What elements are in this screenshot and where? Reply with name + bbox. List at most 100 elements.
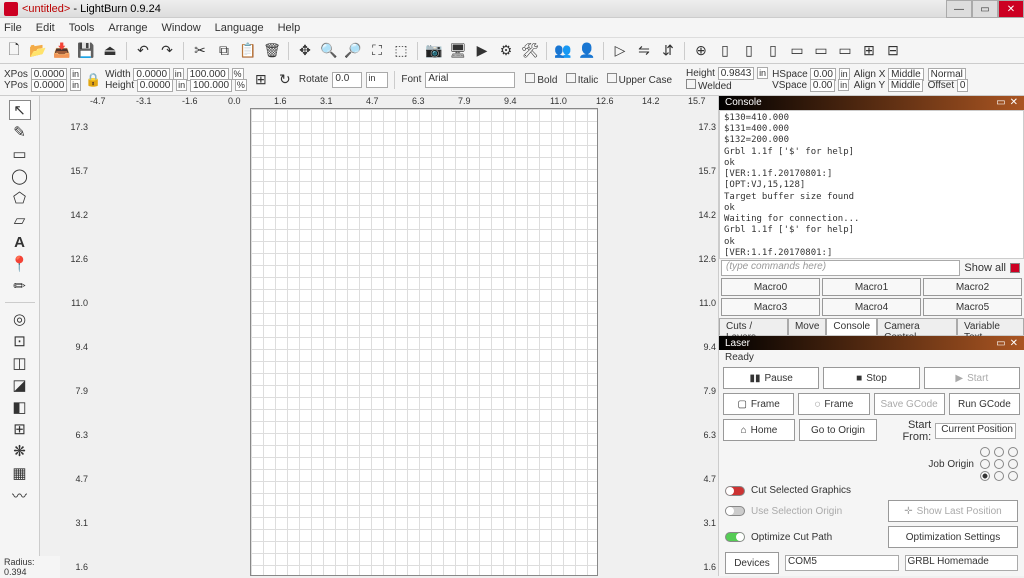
menu-language[interactable]: Language	[215, 22, 264, 34]
menu-file[interactable]: File	[4, 22, 22, 34]
vspace-input[interactable]: 0.00	[810, 79, 835, 92]
showlast-button[interactable]: ✛ Show Last Position	[888, 500, 1018, 522]
path-tool[interactable]: 〰	[9, 485, 31, 505]
undock-icon[interactable]: ▭	[996, 338, 1005, 349]
ungroup-icon[interactable]: 👤	[577, 41, 597, 61]
height-input[interactable]: 0.0000	[137, 79, 174, 92]
rotarysetup-icon[interactable]: ⊕	[691, 41, 711, 61]
open-icon[interactable]: 📂	[28, 41, 48, 61]
menu-arrange[interactable]: Arrange	[108, 22, 147, 34]
height-unit[interactable]: in	[176, 79, 187, 91]
measure-tool[interactable]: ✏	[9, 276, 31, 296]
settings-icon[interactable]: ⚙	[496, 41, 516, 61]
alignt-icon[interactable]: ▭	[787, 41, 807, 61]
menu-edit[interactable]: Edit	[36, 22, 55, 34]
pan-icon[interactable]: ✥	[295, 41, 315, 61]
copy-icon[interactable]: ⧉	[214, 41, 234, 61]
save-icon[interactable]: 💾	[76, 41, 96, 61]
upper-check[interactable]	[607, 73, 617, 83]
menu-tools[interactable]: Tools	[69, 22, 95, 34]
lock-icon[interactable]: 🔒	[85, 72, 101, 88]
cutsel-toggle[interactable]	[725, 486, 745, 496]
origin-mc[interactable]	[994, 459, 1004, 469]
delete-icon[interactable]: 🗑	[262, 41, 282, 61]
grid-tool[interactable]: ⊞	[9, 419, 31, 439]
macro1-button[interactable]: Macro1	[822, 278, 921, 296]
radial-tool[interactable]: ❋	[9, 441, 31, 461]
undo-icon[interactable]: ↶	[133, 41, 153, 61]
command-input[interactable]: (type commands here)	[721, 260, 960, 276]
rotate-input[interactable]: 0.0	[332, 72, 362, 88]
home-button[interactable]: ⌂ Home	[723, 419, 795, 441]
machine-select[interactable]: GRBL Homemade	[905, 555, 1019, 571]
canvas-area[interactable]: -4.7 -3.1 -1.6 0.0 1.6 3.1 4.7 6.3 7.9 9…	[40, 96, 718, 576]
cut-icon[interactable]: ✂	[190, 41, 210, 61]
alignm-icon[interactable]: ▭	[811, 41, 831, 61]
boolean-tool[interactable]: ◫	[9, 353, 31, 373]
port-select[interactable]: COM5	[785, 555, 899, 571]
tab-cuts[interactable]: Cuts / Layers	[719, 318, 788, 335]
preview-icon[interactable]: ▶	[472, 41, 492, 61]
array-tool[interactable]: ▦	[9, 463, 31, 483]
booleanint-tool[interactable]: ◧	[9, 397, 31, 417]
italic-check[interactable]	[566, 73, 576, 83]
origin-mr[interactable]	[1008, 459, 1018, 469]
minimize-button[interactable]: —	[946, 0, 972, 18]
offset-input[interactable]: 0	[957, 79, 969, 92]
origin-tc[interactable]	[994, 447, 1004, 457]
tab-console[interactable]: Console	[826, 318, 877, 335]
anchor-grid-icon[interactable]: ⊞	[251, 70, 271, 90]
origin-bc[interactable]	[994, 471, 1004, 481]
welded-check[interactable]	[686, 79, 696, 89]
goto-origin-button[interactable]: Go to Origin	[799, 419, 877, 441]
undock-icon[interactable]: ▭	[996, 97, 1005, 108]
alignb-icon[interactable]: ▭	[835, 41, 855, 61]
select-tool[interactable]: ↖	[9, 100, 31, 120]
group-icon[interactable]: 👥	[553, 41, 573, 61]
rotate-unit[interactable]: in	[366, 72, 388, 88]
laser-header[interactable]: Laser ▭✕	[719, 336, 1024, 350]
distv-icon[interactable]: ⊟	[883, 41, 903, 61]
offset-tool[interactable]: ◎	[9, 309, 31, 329]
close-button[interactable]: ✕	[998, 0, 1024, 18]
origin-tr[interactable]	[1008, 447, 1018, 457]
monitor-icon[interactable]: 🖥	[448, 41, 468, 61]
pause-button[interactable]: ▮▮ Pause	[723, 367, 819, 389]
savegcode-button[interactable]: Save GCode	[874, 393, 945, 415]
disth-icon[interactable]: ⊞	[859, 41, 879, 61]
width-unit[interactable]: in	[173, 68, 184, 80]
menu-window[interactable]: Window	[162, 22, 201, 34]
origin-bl[interactable]	[980, 471, 990, 481]
macro4-button[interactable]: Macro4	[822, 298, 921, 316]
editnodes-tool[interactable]: ▱	[9, 210, 31, 230]
font-select[interactable]: Arial	[425, 72, 515, 88]
rungcode-button[interactable]: Run GCode	[949, 393, 1020, 415]
startfrom-select[interactable]: Current Position	[935, 423, 1016, 439]
flipv-icon[interactable]: ⇵	[658, 41, 678, 61]
line-tool[interactable]: ✎	[9, 122, 31, 142]
ypos-input[interactable]: 0.0000	[31, 79, 68, 92]
zoomout-icon[interactable]: 🔎	[343, 41, 363, 61]
polygon-tool[interactable]: ⬠	[9, 188, 31, 208]
alignr-icon[interactable]: ▯	[763, 41, 783, 61]
aligny-select[interactable]: Middle	[888, 79, 923, 92]
close-panel-icon[interactable]: ✕	[1010, 97, 1018, 108]
close-panel-icon[interactable]: ✕	[1010, 338, 1018, 349]
optset-button[interactable]: Optimization Settings	[888, 526, 1018, 548]
zoomin-icon[interactable]: 🔍	[319, 41, 339, 61]
alignc-icon[interactable]: ▯	[739, 41, 759, 61]
new-icon[interactable]: 🗋	[4, 41, 24, 61]
origin-ml[interactable]	[980, 459, 990, 469]
macro0-button[interactable]: Macro0	[721, 278, 820, 296]
autojoin-icon[interactable]: ▷	[610, 41, 630, 61]
hspace-unit[interactable]: in	[839, 68, 850, 80]
text-tool[interactable]: A	[9, 232, 31, 252]
stop-button[interactable]: ■ Stop	[823, 367, 919, 389]
xpos-unit[interactable]: in	[70, 68, 81, 80]
console-header[interactable]: Console ▭✕	[719, 96, 1024, 110]
position-tool[interactable]: 📍	[9, 254, 31, 274]
alignl-icon[interactable]: ▯	[715, 41, 735, 61]
devicesettings-icon[interactable]: 🛠	[520, 41, 540, 61]
rotate-icon[interactable]: ↻	[275, 70, 295, 90]
showall-check[interactable]	[1010, 263, 1020, 273]
